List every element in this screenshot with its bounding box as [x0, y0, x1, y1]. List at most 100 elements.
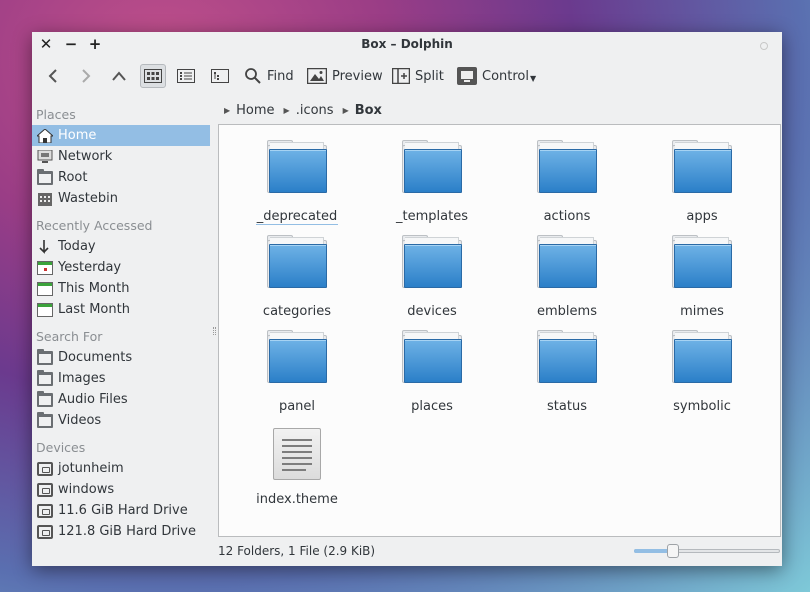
sidebar-item-network[interactable]: Network — [32, 146, 212, 167]
sidebar-item-audio-files[interactable]: Audio Files — [32, 389, 212, 410]
up-button[interactable] — [106, 62, 132, 90]
sidebar-item-hard-drive-121[interactable]: 121.8 GiB Hard Drive — [32, 521, 212, 542]
item-label: index.theme — [256, 492, 338, 507]
drive-icon — [37, 461, 53, 476]
folder-icon — [402, 329, 462, 385]
folder-item[interactable]: categories — [237, 234, 357, 319]
sidebar-item-yesterday[interactable]: Yesterday — [32, 257, 212, 278]
recent-section-title: Recently Accessed — [36, 218, 153, 233]
status-summary: 12 Folders, 1 File (2.9 KiB) — [218, 544, 376, 558]
folder-item[interactable]: devices — [372, 234, 492, 319]
preview-label: Preview — [332, 68, 383, 84]
item-label: panel — [278, 399, 316, 414]
back-arrow-icon — [48, 69, 57, 83]
today-icon — [39, 239, 49, 254]
drive-icon — [37, 482, 53, 497]
control-menu-button[interactable]: Control ▼ — [457, 62, 536, 90]
breadcrumb-label: Home — [236, 102, 275, 118]
keep-above-icon[interactable] — [760, 42, 768, 50]
split-view-icon — [392, 68, 410, 84]
compact-view-button[interactable] — [173, 64, 199, 88]
folder-item[interactable]: panel — [237, 329, 357, 414]
forward-button[interactable] — [73, 62, 99, 90]
zoom-slider-handle[interactable] — [667, 544, 680, 558]
folder-item[interactable]: status — [507, 329, 627, 414]
breadcrumb-item-home[interactable]: ▶ Home — [224, 103, 275, 118]
folder-icon — [537, 234, 597, 290]
trash-icon — [38, 192, 52, 206]
sidebar-item-label: This Month — [58, 281, 130, 296]
chevron-down-icon: ▼ — [530, 73, 537, 83]
folder-item[interactable]: _templates — [372, 139, 492, 224]
breadcrumb-arrow-icon: ▶ — [342, 105, 349, 115]
sidebar-item-label: 11.6 GiB Hard Drive — [58, 503, 188, 518]
control-label: Control — [482, 68, 529, 84]
item-label: _templates — [396, 209, 468, 224]
text-file-icon — [273, 428, 321, 480]
sidebar-item-today[interactable]: Today — [32, 236, 212, 257]
sidebar-item-root[interactable]: Root — [32, 167, 212, 188]
file-view[interactable]: _deprecated _templates actions apps cate… — [218, 124, 781, 537]
sidebar-item-windows[interactable]: windows — [32, 479, 212, 500]
folder-item[interactable]: places — [372, 329, 492, 414]
folder-item[interactable]: mimes — [642, 234, 762, 319]
sidebar-item-documents[interactable]: Documents — [32, 347, 212, 368]
item-label: _deprecated — [255, 209, 339, 225]
folder-item[interactable]: emblems — [507, 234, 627, 319]
sidebar-item-last-month[interactable]: Last Month — [32, 299, 212, 320]
item-label: places — [411, 399, 453, 414]
folder-icon — [402, 139, 462, 195]
find-button[interactable]: Find — [244, 62, 294, 90]
titlebar[interactable]: ✕ − + Box – Dolphin — [32, 32, 782, 58]
details-view-button[interactable] — [207, 64, 233, 88]
folder-icon — [37, 411, 53, 428]
folder-icon — [267, 139, 327, 195]
sidebar-item-home[interactable]: Home — [32, 125, 210, 146]
icons-view-button[interactable] — [140, 64, 166, 88]
folder-icon — [267, 234, 327, 290]
sidebar-item-label: Network — [58, 149, 113, 164]
sidebar-item-images[interactable]: Images — [32, 368, 212, 389]
breadcrumb-item-icons[interactable]: ▶ .icons — [284, 103, 334, 118]
folder-icon — [37, 168, 53, 185]
places-panel: Places Home Network Root Wastebin Recent… — [32, 96, 212, 566]
item-label: mimes — [680, 304, 724, 319]
sidebar-item-label: windows — [58, 482, 115, 497]
window-title: Box – Dolphin — [361, 37, 453, 51]
folder-item[interactable]: apps — [642, 139, 762, 224]
sidebar-item-videos[interactable]: Videos — [32, 410, 212, 431]
home-icon — [37, 128, 53, 143]
item-label: symbolic — [673, 399, 731, 414]
folder-icon — [537, 139, 597, 195]
breadcrumb-item-box[interactable]: ▶ Box — [343, 103, 382, 118]
folder-icon — [37, 348, 53, 365]
tree-view-icon — [211, 69, 229, 83]
folder-item[interactable]: actions — [507, 139, 627, 224]
sidebar-item-label: Home — [58, 128, 97, 143]
sidebar-item-label: Today — [58, 239, 96, 254]
dolphin-window: ✕ − + Box – Dolphin Find Preview Split C… — [32, 32, 782, 566]
folder-item[interactable]: _deprecated — [237, 139, 357, 225]
drive-icon — [37, 503, 53, 518]
sidebar-item-label: Videos — [58, 413, 102, 428]
sidebar-item-this-month[interactable]: This Month — [32, 278, 212, 299]
file-item[interactable]: index.theme — [237, 428, 357, 507]
sidebar-item-label: Audio Files — [58, 392, 128, 407]
item-label: categories — [262, 304, 332, 319]
devices-section-title: Devices — [36, 440, 86, 455]
sidebar-item-hard-drive-11[interactable]: 11.6 GiB Hard Drive — [32, 500, 212, 521]
sidebar-item-label: jotunheim — [58, 461, 124, 476]
zoom-slider[interactable] — [634, 544, 780, 558]
breadcrumb-label: .icons — [295, 102, 334, 118]
sidebar-item-wastebin[interactable]: Wastebin — [32, 188, 212, 209]
back-button[interactable] — [40, 62, 66, 90]
search-icon — [245, 68, 261, 84]
split-button[interactable]: Split — [392, 62, 444, 90]
split-label: Split — [415, 68, 444, 84]
sidebar-item-jotunheim[interactable]: jotunheim — [32, 458, 212, 479]
preview-button[interactable]: Preview — [307, 62, 383, 90]
breadcrumb-label: Box — [354, 102, 382, 118]
folder-item[interactable]: symbolic — [642, 329, 762, 414]
panel-splitter-handle[interactable] — [213, 327, 216, 335]
sidebar-item-label: Last Month — [58, 302, 130, 317]
